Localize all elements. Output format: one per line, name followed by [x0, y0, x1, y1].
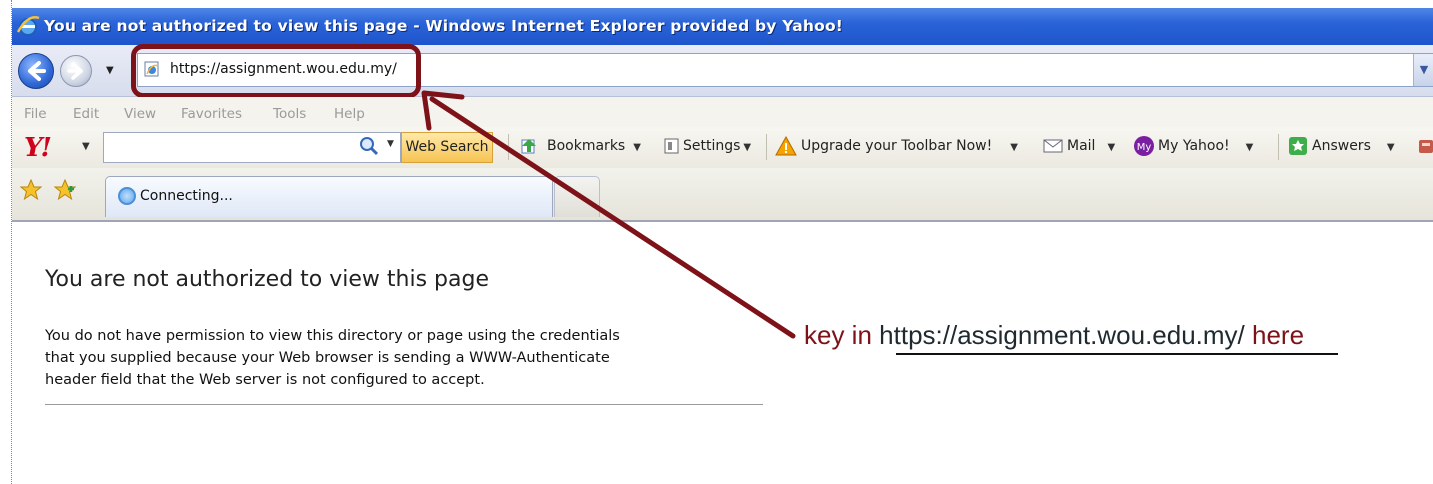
forward-button[interactable] [60, 55, 92, 87]
settings-label: Settings [683, 138, 741, 154]
bookmarks-button[interactable]: Bookmarks ▼ [547, 138, 641, 154]
mail-button[interactable]: Mail ▼ [1067, 138, 1115, 154]
annotation-suffix: here [1252, 320, 1305, 350]
new-tab-button[interactable] [554, 176, 600, 217]
bookmarks-icon [521, 139, 536, 154]
yahoo-logo-icon[interactable]: Y! [24, 133, 52, 163]
toolbar-separator [766, 134, 767, 160]
warning-icon [775, 136, 797, 156]
upgrade-toolbar-label: Upgrade your Toolbar Now! [801, 138, 993, 154]
menu-file[interactable]: File [24, 106, 47, 122]
error-body-line: that you supplied because your Web brows… [45, 350, 610, 366]
history-dropdown-icon[interactable]: ▼ [106, 65, 114, 76]
settings-icon [664, 138, 679, 154]
toolbar-separator [508, 134, 509, 160]
my-yahoo-icon: My [1134, 136, 1154, 156]
menu-help[interactable]: Help [334, 106, 365, 122]
upgrade-toolbar-button[interactable]: Upgrade your Toolbar Now! ▼ [801, 138, 1018, 154]
error-body: You do not have permission to view this … [45, 325, 775, 391]
yahoo-toolbar: Y! ▼ ▼ Web Search Bookmarks ▼ Settings ▼ U… [12, 127, 1433, 169]
search-dropdown-icon[interactable]: ▼ [387, 139, 394, 149]
annotation-url-underline [896, 353, 1338, 355]
add-favorites-icon[interactable] [54, 179, 76, 201]
browser-window: You are not authorized to view this page… [0, 0, 1433, 484]
tab-label: Connecting... [140, 188, 233, 204]
settings-button[interactable]: Settings ▼ [683, 138, 751, 154]
menu-view[interactable]: View [124, 106, 156, 122]
tab-connecting[interactable]: Connecting... [105, 176, 553, 217]
back-arrow-icon [28, 61, 46, 81]
my-yahoo-label: My Yahoo! [1158, 138, 1230, 154]
menu-tools[interactable]: Tools [273, 106, 306, 122]
web-search-button[interactable]: Web Search [401, 132, 493, 163]
divider [45, 404, 763, 405]
address-highlight-annotation [131, 44, 421, 98]
bookmarks-label: Bookmarks [547, 138, 626, 154]
back-button[interactable] [18, 53, 54, 89]
search-icon[interactable] [358, 136, 380, 156]
annotation-url: https://assignment.wou.edu.my/ [879, 320, 1245, 350]
ie-logo-icon [16, 16, 40, 36]
mail-label: Mail [1067, 138, 1096, 154]
forward-arrow-icon [67, 62, 83, 80]
answers-icon [1289, 137, 1307, 155]
yahoo-menu-dropdown-icon[interactable]: ▼ [82, 141, 90, 152]
error-title: You are not authorized to view this page [45, 267, 489, 292]
menu-edit[interactable]: Edit [73, 106, 99, 122]
loading-icon [118, 187, 136, 205]
error-body-line: You do not have permission to view this … [45, 328, 620, 344]
instruction-annotation: key in https://assignment.wou.edu.my/ he… [804, 320, 1304, 351]
favorites-star-icon[interactable] [20, 179, 42, 201]
answers-button[interactable]: Answers ▼ [1312, 138, 1395, 154]
tab-bar: Connecting... [12, 168, 1433, 222]
menu-favorites[interactable]: Favorites [181, 106, 242, 122]
my-yahoo-button[interactable]: My Yahoo! ▼ [1158, 138, 1253, 154]
menu-bar: File Edit View Favorites Tools Help [12, 97, 1433, 127]
more-toolbar-icon[interactable] [1417, 137, 1433, 155]
yahoo-search-input[interactable] [103, 132, 401, 163]
toolbar-separator [1278, 134, 1279, 160]
error-body-line: header field that the Web server is not … [45, 372, 485, 388]
svg-text:My: My [1137, 142, 1152, 153]
title-bar: You are not authorized to view this page… [12, 8, 1433, 45]
window-title: You are not authorized to view this page… [44, 17, 844, 35]
window-left-edge [0, 0, 12, 484]
annotation-prefix: key in [804, 320, 872, 350]
address-dropdown-icon[interactable]: ▼ [1413, 54, 1433, 86]
mail-icon [1043, 139, 1063, 153]
answers-label: Answers [1312, 138, 1371, 154]
